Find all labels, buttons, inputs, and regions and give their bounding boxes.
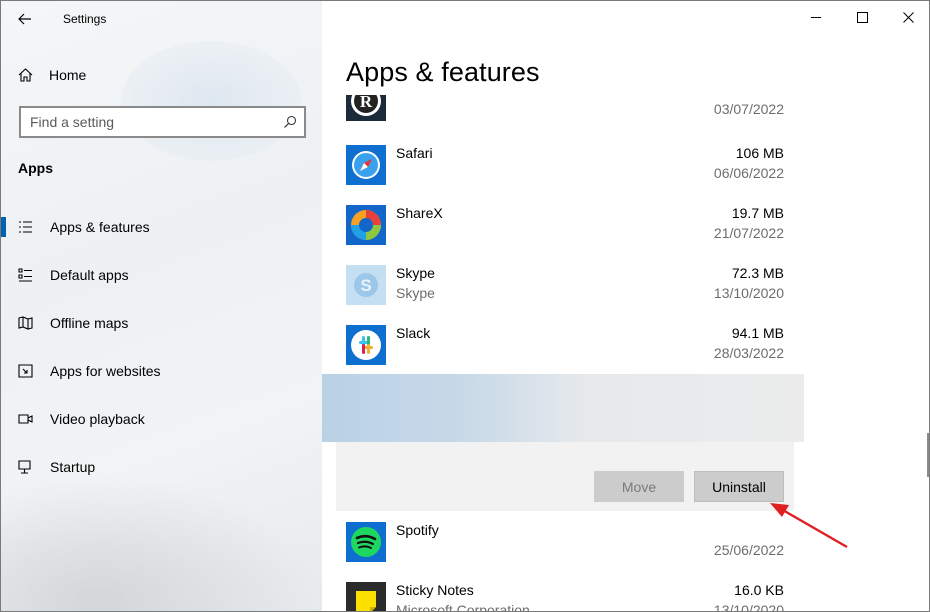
blurred-app-row bbox=[322, 374, 804, 442]
move-button[interactable]: Move bbox=[594, 471, 684, 502]
apps-features-icon bbox=[18, 220, 36, 234]
runescape-icon: R bbox=[346, 95, 386, 121]
offline-maps-icon bbox=[18, 316, 36, 330]
back-button[interactable] bbox=[1, 1, 49, 37]
app-publisher: Skype bbox=[396, 285, 435, 301]
slack-icon bbox=[346, 325, 386, 365]
sidebar-item-label: Video playback bbox=[50, 411, 145, 427]
app-date: 28/03/2022 bbox=[713, 345, 784, 361]
window-title: Settings bbox=[63, 12, 107, 26]
app-name: Slack bbox=[396, 325, 431, 341]
settings-window: Settings Home Find a setting Apps Apps &… bbox=[0, 0, 930, 612]
list-item[interactable]: Spotify 25/06/2022 bbox=[346, 522, 784, 582]
app-date: 13/10/2020 bbox=[713, 602, 784, 612]
sidebar-item-label: Default apps bbox=[50, 267, 129, 283]
title-bar: Settings bbox=[1, 1, 322, 37]
page-title: Apps & features bbox=[346, 57, 540, 87]
list-item[interactable]: S Skype Skype 72.3 MB 13/10/2020 bbox=[346, 265, 784, 325]
home-icon bbox=[18, 68, 36, 82]
app-size: 16.0 KB bbox=[734, 582, 784, 598]
list-item[interactable]: Sticky Notes Microsoft Corporation 16.0 … bbox=[346, 582, 784, 612]
sharex-icon bbox=[346, 205, 386, 245]
window-controls bbox=[793, 1, 929, 34]
app-date: 03/07/2022 bbox=[713, 101, 784, 117]
app-size: 106 MB bbox=[735, 145, 784, 161]
search-placeholder: Find a setting bbox=[30, 114, 115, 130]
app-size: 94.1 MB bbox=[731, 325, 784, 341]
uninstall-button[interactable]: Uninstall bbox=[694, 471, 784, 502]
sidebar-item-default-apps[interactable]: Default apps bbox=[1, 251, 322, 299]
app-size: 72.3 MB bbox=[731, 265, 784, 281]
search-input[interactable]: Find a setting bbox=[19, 106, 306, 138]
svg-text:S: S bbox=[360, 276, 371, 295]
sidebar-item-video-playback[interactable]: Video playback bbox=[1, 395, 322, 443]
home-label: Home bbox=[49, 67, 87, 83]
main-content: Apps & features R 03/07/2022 Safari 106 … bbox=[322, 1, 929, 612]
maximize-button[interactable] bbox=[839, 1, 885, 34]
home-link[interactable]: Home bbox=[1, 57, 322, 93]
sidebar-item-label: Apps for websites bbox=[50, 363, 161, 379]
sidebar-item-startup[interactable]: Startup bbox=[1, 443, 322, 491]
app-date: 21/07/2022 bbox=[713, 225, 784, 241]
sticky-notes-icon bbox=[346, 582, 386, 611]
apps-websites-icon bbox=[18, 364, 36, 378]
app-publisher: Microsoft Corporation bbox=[396, 602, 530, 612]
safari-icon bbox=[346, 145, 386, 185]
app-name: Safari bbox=[396, 145, 433, 161]
app-name: Spotify bbox=[396, 522, 439, 538]
list-item[interactable]: R 03/07/2022 bbox=[346, 95, 784, 141]
app-name: Sticky Notes bbox=[396, 582, 474, 598]
video-playback-icon bbox=[18, 412, 36, 426]
app-date: 06/06/2022 bbox=[713, 165, 784, 181]
default-apps-icon bbox=[18, 268, 36, 282]
close-button[interactable] bbox=[885, 1, 929, 34]
app-name: ShareX bbox=[396, 205, 443, 221]
app-name: Skype bbox=[396, 265, 435, 281]
section-title: Apps bbox=[18, 160, 53, 176]
scrollbar-thumb[interactable] bbox=[927, 433, 929, 477]
app-date: 13/10/2020 bbox=[713, 285, 784, 301]
list-item[interactable]: Safari 106 MB 06/06/2022 bbox=[346, 145, 784, 205]
sidebar-nav: Apps & features Default apps Offline map… bbox=[1, 203, 322, 491]
list-item[interactable]: ShareX 19.7 MB 21/07/2022 bbox=[346, 205, 784, 265]
skype-icon: S bbox=[346, 265, 386, 305]
sidebar-item-label: Offline maps bbox=[50, 315, 129, 331]
app-list: R 03/07/2022 Safari 106 MB 06/06/2022 Sh… bbox=[322, 95, 929, 612]
startup-icon bbox=[18, 460, 36, 474]
sidebar-item-label: Apps & features bbox=[50, 219, 150, 235]
maximize-icon bbox=[856, 12, 868, 23]
back-arrow-icon bbox=[18, 13, 31, 25]
minimize-icon bbox=[810, 17, 821, 18]
sidebar-item-offline-maps[interactable]: Offline maps bbox=[1, 299, 322, 347]
app-size: 19.7 MB bbox=[731, 205, 784, 221]
svg-text:R: R bbox=[360, 95, 373, 111]
selected-app-panel[interactable]: Move Uninstall bbox=[322, 374, 804, 511]
sidebar-item-apps-websites[interactable]: Apps for websites bbox=[1, 347, 322, 395]
sidebar: Settings Home Find a setting Apps Apps &… bbox=[1, 1, 322, 611]
sidebar-item-apps-features[interactable]: Apps & features bbox=[1, 203, 322, 251]
search-icon bbox=[276, 115, 304, 129]
minimize-button[interactable] bbox=[793, 1, 839, 34]
sidebar-item-label: Startup bbox=[50, 459, 96, 475]
app-date: 25/06/2022 bbox=[713, 542, 784, 558]
close-icon bbox=[902, 12, 914, 23]
spotify-icon bbox=[346, 522, 386, 562]
